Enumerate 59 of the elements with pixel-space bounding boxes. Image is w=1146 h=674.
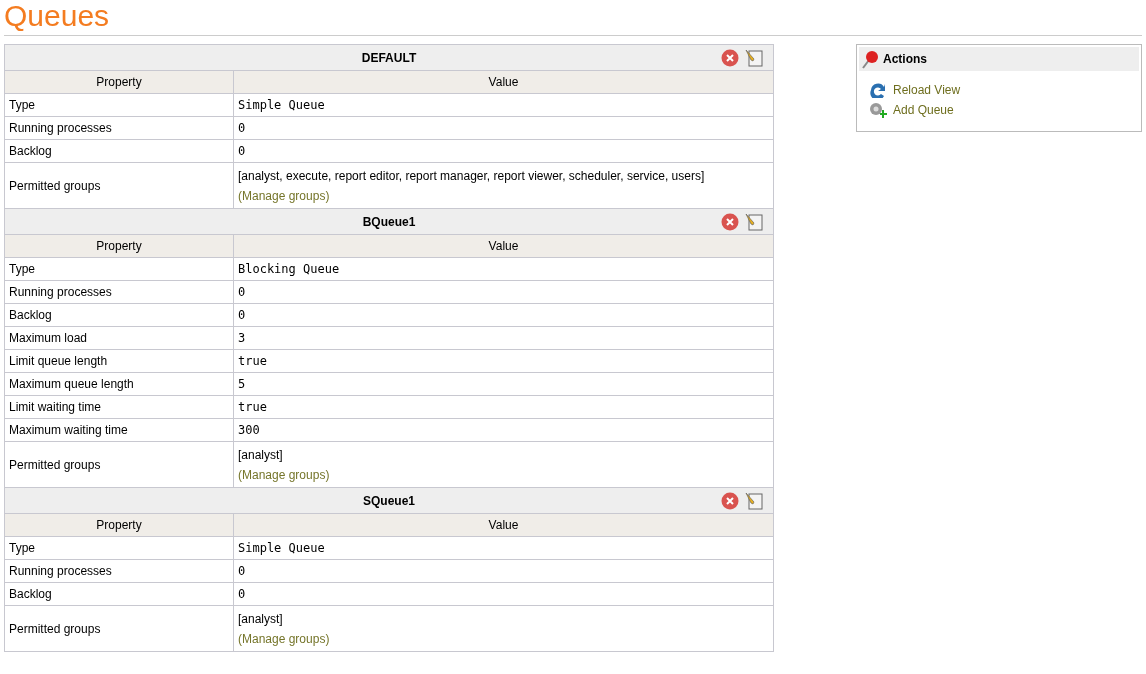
- table-cell: 0: [238, 285, 246, 299]
- table-cell: Backlog: [9, 308, 52, 322]
- table-cell: Running processes: [9, 285, 112, 299]
- table-cell: Type: [9, 262, 35, 276]
- table-cell: Maximum load: [9, 331, 88, 345]
- gear-add-icon: [869, 102, 887, 118]
- table-cell: Limit waiting time: [9, 400, 102, 414]
- column-header: Property: [96, 75, 142, 89]
- manage-groups-link[interactable]: (Manage groups): [238, 632, 330, 646]
- table-cell: 0: [238, 587, 246, 601]
- action-link[interactable]: Add Queue: [893, 101, 954, 119]
- delete-icon[interactable]: [721, 492, 739, 510]
- table-cell: true: [238, 354, 267, 368]
- table-cell: 0: [238, 121, 246, 135]
- panel-title: Actions: [883, 51, 927, 68]
- table-cell: true: [238, 400, 267, 414]
- delete-icon[interactable]: [721, 49, 739, 67]
- table-cell: Permitted groups: [9, 178, 101, 193]
- table-cell: 5: [238, 377, 246, 391]
- table-cell: Running processes: [9, 564, 112, 578]
- pushpin-icon: [861, 49, 879, 69]
- queue-name: SQueue1: [363, 493, 415, 508]
- table-cell: Simple Queue: [238, 541, 325, 555]
- refresh-icon: [869, 82, 887, 98]
- queue-name: DEFAULT: [361, 50, 417, 65]
- table-cell: Limit queue length: [9, 354, 108, 368]
- table-cell: 0: [238, 144, 246, 158]
- table-cell-text: [analyst]: [238, 447, 284, 464]
- edit-icon[interactable]: [745, 213, 763, 231]
- table-cell-text: [analyst]: [238, 611, 284, 628]
- delete-icon[interactable]: [721, 213, 739, 231]
- queue-name: BQueue1: [362, 214, 416, 229]
- column-header: Property: [96, 239, 142, 253]
- manage-groups-link[interactable]: (Manage groups): [238, 468, 330, 482]
- table-cell: 0: [238, 564, 246, 578]
- table-cell: Simple Queue: [238, 98, 325, 112]
- column-header: Value: [488, 518, 519, 532]
- table-cell: Backlog: [9, 144, 52, 158]
- edit-icon[interactable]: [745, 49, 763, 67]
- table-cell: Permitted groups: [9, 457, 101, 472]
- table-cell: Backlog: [9, 587, 52, 601]
- manage-groups-link[interactable]: (Manage groups): [238, 189, 330, 203]
- table-cell: Maximum waiting time: [9, 423, 128, 437]
- page-title: Queues: [4, 0, 110, 34]
- table-cell: 300: [238, 423, 260, 437]
- column-header: Value: [488, 75, 519, 89]
- table-cell: Type: [9, 541, 35, 555]
- table-cell: Type: [9, 98, 35, 112]
- table-cell-text: [analyst, execute, report editor, report manager, report viewer, scheduler, service, users]: [238, 168, 706, 185]
- table-cell: 0: [238, 308, 246, 322]
- table-cell: Blocking Queue: [238, 262, 340, 276]
- table-cell: Maximum queue length: [9, 377, 134, 391]
- column-header: Value: [488, 239, 519, 253]
- edit-icon[interactable]: [745, 492, 763, 510]
- column-header: Property: [96, 518, 142, 532]
- table-cell: Running processes: [9, 121, 112, 135]
- table-cell: 3: [238, 331, 246, 345]
- table-cell: Permitted groups: [9, 621, 101, 636]
- action-link[interactable]: Reload View: [893, 81, 961, 99]
